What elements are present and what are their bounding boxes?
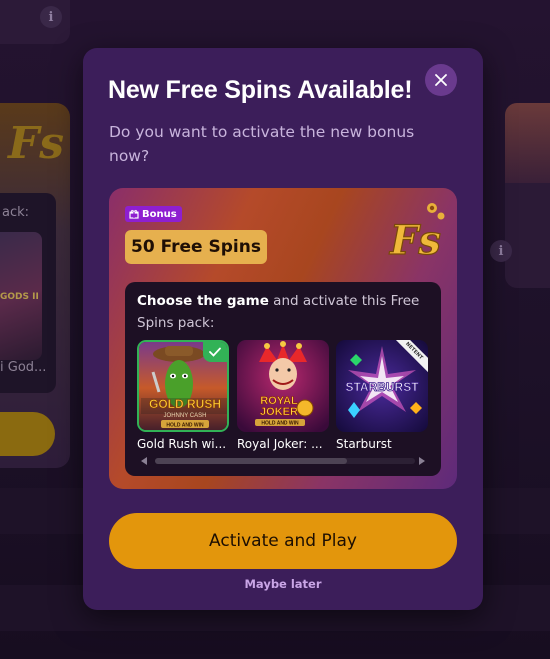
royal-joker-art-tagline: HOLD AND WIN (261, 421, 299, 427)
background-pack-text: ack: (2, 205, 30, 220)
background-fs-logo: Fs (8, 118, 65, 169)
free-spins-logo: Fs (388, 203, 445, 262)
info-icon: i (490, 240, 512, 262)
royal-joker-art-title-2: JOKER (260, 406, 298, 418)
background-game-art-text: GODS II (0, 292, 39, 302)
gold-rush-art-tagline: HOLD AND WIN (166, 423, 204, 429)
game-tile-starburst[interactable]: STARBURST NETENT (336, 340, 428, 432)
game-tile-gold-rush[interactable]: GOLD RUSH JOHNNY CASH HOLD AND WIN (137, 340, 229, 432)
bonus-tag-label: Bonus (142, 208, 177, 220)
background-button (0, 412, 55, 456)
games-scrollbar[interactable] (137, 455, 429, 467)
game-name-royal-joker: Royal Joker: ... (237, 437, 323, 451)
game-chooser-prompt: Choose the game and activate this Free S… (137, 290, 432, 334)
selected-check-badge (203, 342, 227, 362)
close-button[interactable] (425, 64, 457, 96)
activate-and-play-button[interactable]: Activate and Play (109, 513, 457, 569)
maybe-later-link[interactable]: Maybe later (109, 577, 457, 591)
info-icon: i (40, 6, 62, 28)
modal-title: New Free Spins Available! (108, 76, 413, 104)
fs-logo-text: Fs (389, 217, 441, 262)
starburst-art-title: STARBURST (345, 380, 419, 394)
gift-icon (129, 209, 139, 219)
scroll-right-icon[interactable] (419, 457, 425, 465)
background-carousel-thumb (505, 103, 550, 183)
close-icon (435, 74, 447, 86)
game-chooser-prompt-bold: Choose the game (137, 293, 269, 309)
game-tile-royal-joker[interactable]: ROYAL JOKER HOLD AND WIN (237, 340, 329, 432)
gold-rush-art-subtitle: JOHNNY CASH (164, 413, 207, 419)
modal-subtitle: Do you want to activate the new bonus no… (109, 123, 415, 165)
game-name-gold-rush: Gold Rush wi... (137, 437, 227, 451)
royal-joker-artwork: ROYAL JOKER HOLD AND WIN (237, 340, 329, 432)
checkmark-icon (209, 347, 221, 357)
gold-rush-art-title: GOLD RUSH (149, 397, 221, 411)
scroll-thumb[interactable] (155, 458, 347, 464)
scroll-left-icon[interactable] (141, 457, 147, 465)
bonus-tag: Bonus (125, 206, 182, 222)
game-name-starburst: Starburst (336, 437, 392, 451)
background-game-caption: i God... (0, 360, 47, 375)
free-spins-count: 50 Free Spins (125, 230, 267, 264)
